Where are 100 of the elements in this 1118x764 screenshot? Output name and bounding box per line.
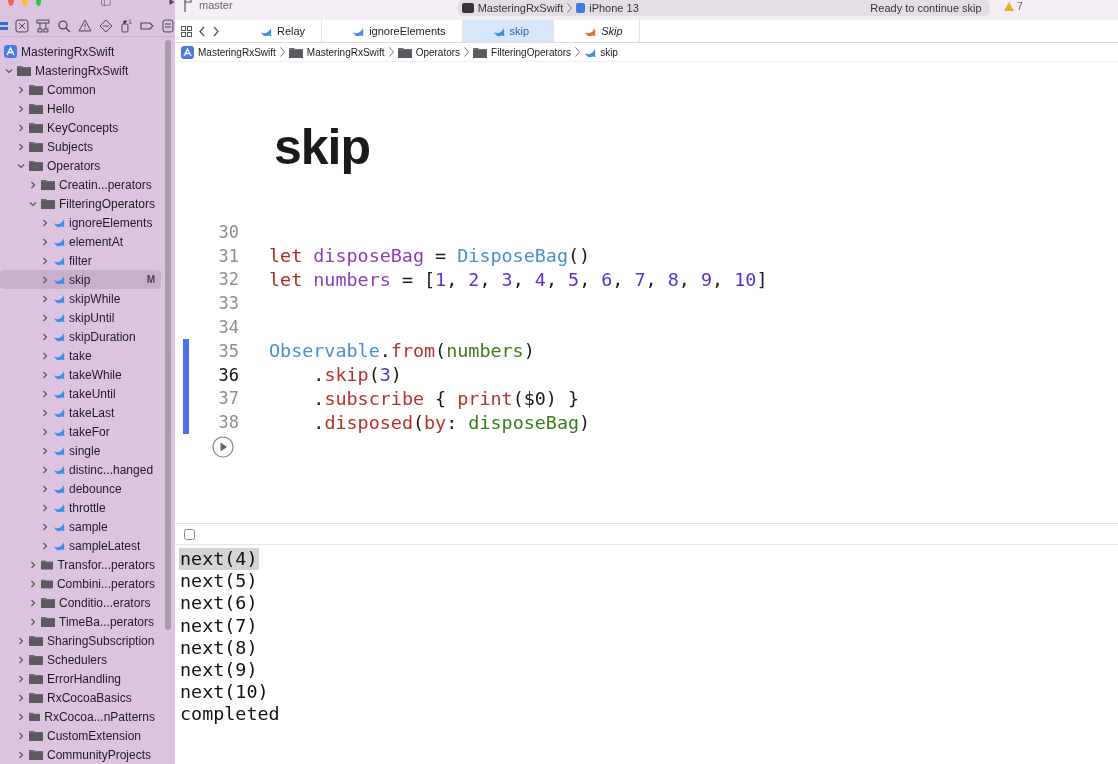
- chevron-icon[interactable]: [41, 256, 49, 265]
- editor-tab[interactable]: Skip: [554, 20, 640, 42]
- breadcrumb-item[interactable]: MasteringRxSwift: [288, 46, 385, 58]
- navigator-item[interactable]: KeyConcepts: [0, 118, 161, 137]
- chevron-icon[interactable]: [41, 522, 49, 531]
- chevron-icon[interactable]: [41, 503, 49, 512]
- chevron-icon[interactable]: [29, 180, 37, 189]
- scheme-selector[interactable]: MasteringRxSwift iPhone 13 Ready to continue skip: [457, 0, 990, 16]
- navigator-item[interactable]: sampleLatest: [0, 536, 161, 555]
- chevron-icon[interactable]: [17, 161, 25, 170]
- navigator-item[interactable]: Hello: [0, 99, 161, 118]
- chevron-icon[interactable]: [41, 275, 49, 284]
- chevron-icon[interactable]: [17, 693, 25, 702]
- navigator-item[interactable]: Schedulers: [0, 650, 161, 669]
- navigator-item[interactable]: skip M: [0, 270, 161, 289]
- chevron-icon[interactable]: [17, 712, 25, 721]
- navigator-item[interactable]: take: [0, 346, 161, 365]
- search-icon[interactable]: [56, 19, 71, 34]
- navigator-item[interactable]: Combini...perators: [0, 574, 161, 593]
- navigator-item[interactable]: takeUntil: [0, 384, 161, 403]
- chevron-icon[interactable]: [41, 427, 49, 436]
- chevron-icon[interactable]: [29, 560, 37, 569]
- grid-icon[interactable]: [181, 25, 192, 37]
- back-icon[interactable]: [198, 25, 206, 37]
- navigator-item[interactable]: sample: [0, 517, 161, 536]
- navigator-item[interactable]: RxCocoaBasics: [0, 688, 161, 707]
- navigator-item[interactable]: Creatin...perators: [0, 175, 161, 194]
- navigator-item[interactable]: skipWhile: [0, 289, 161, 308]
- chevron-icon[interactable]: [17, 85, 25, 94]
- navigator-item[interactable]: SharingSubscription: [0, 631, 161, 650]
- navigator-item[interactable]: debounce: [0, 479, 161, 498]
- navigator-item[interactable]: takeLast: [0, 403, 161, 422]
- navigator-item[interactable]: takeWhile: [0, 365, 161, 384]
- chevron-icon[interactable]: [17, 655, 25, 664]
- navigator-item[interactable]: takeFor: [0, 422, 161, 441]
- chevron-icon[interactable]: [17, 123, 25, 132]
- chevron-icon[interactable]: [29, 598, 37, 607]
- breadcrumb-item[interactable]: Operators: [397, 46, 461, 58]
- navigator-item[interactable]: Subjects: [0, 137, 161, 156]
- navigator-item[interactable]: throttle: [0, 498, 161, 517]
- chevron-icon[interactable]: [29, 199, 37, 208]
- x-square-icon[interactable]: [14, 19, 29, 34]
- swift-icon: [53, 464, 65, 475]
- chevron-icon[interactable]: [17, 142, 25, 151]
- chevron-icon[interactable]: [41, 541, 49, 550]
- chevron-icon[interactable]: [17, 104, 25, 113]
- spray-icon[interactable]: [119, 19, 134, 34]
- navigator-item[interactable]: skipUntil: [0, 308, 161, 327]
- chevron-icon[interactable]: [41, 218, 49, 227]
- navigator-item[interactable]: ignoreElements: [0, 213, 161, 232]
- chevron-icon[interactable]: [41, 351, 49, 360]
- play-icon[interactable]: [212, 436, 234, 459]
- warning-count[interactable]: 7: [1003, 0, 1023, 12]
- chevron-icon[interactable]: [41, 294, 49, 303]
- hierarchy-icon[interactable]: [35, 19, 50, 34]
- diamond-icon[interactable]: [98, 19, 113, 34]
- chevron-icon[interactable]: [41, 446, 49, 455]
- chevron-icon[interactable]: [17, 750, 25, 759]
- navigator-item[interactable]: elementAt: [0, 232, 161, 251]
- navigator-item[interactable]: distinc...hanged: [0, 460, 161, 479]
- forward-icon[interactable]: [212, 25, 220, 37]
- chevron-icon[interactable]: [5, 66, 13, 75]
- navigator-item[interactable]: ErrorHandling: [0, 669, 161, 688]
- navigator-item[interactable]: skipDuration: [0, 327, 161, 346]
- chevron-icon[interactable]: [41, 332, 49, 341]
- scrollbar[interactable]: [165, 40, 171, 630]
- checkbox[interactable]: [184, 528, 195, 540]
- chevron-icon[interactable]: [17, 674, 25, 683]
- editor-tab[interactable]: Relay: [230, 20, 323, 42]
- chevron-icon[interactable]: [41, 313, 49, 322]
- navigator-item[interactable]: Transfor...perators: [0, 555, 161, 574]
- navigator-item[interactable]: FilteringOperators: [0, 194, 161, 213]
- navigator-item[interactable]: MasteringRxSwift: [0, 61, 161, 80]
- chevron-icon[interactable]: [17, 636, 25, 645]
- editor-tab[interactable]: skip: [462, 20, 555, 42]
- navigator-item[interactable]: CommunityProjects: [0, 745, 161, 764]
- chevron-icon[interactable]: [41, 389, 49, 398]
- navigator-item[interactable]: CustomExtension: [0, 726, 161, 745]
- navigator-item[interactable]: Common: [0, 80, 161, 99]
- navigator-item[interactable]: filter: [0, 251, 161, 270]
- chevron-icon[interactable]: [41, 237, 49, 246]
- breadcrumb-item[interactable]: FilteringOperators: [473, 46, 572, 58]
- list-icon[interactable]: [161, 19, 175, 34]
- navigator-item[interactable]: RxCocoa...nPatterns: [0, 707, 161, 726]
- breadcrumb-item[interactable]: MasteringRxSwift: [181, 45, 276, 59]
- navigator-item[interactable]: Conditio...erators: [0, 593, 161, 612]
- navigator-item[interactable]: single: [0, 441, 161, 460]
- chevron-icon[interactable]: [41, 408, 49, 417]
- navigator-item[interactable]: MasteringRxSwift: [0, 42, 161, 61]
- chevron-icon[interactable]: [17, 731, 25, 740]
- chevron-icon[interactable]: [41, 370, 49, 379]
- navigator-item[interactable]: Operators: [0, 156, 161, 175]
- chevron-icon[interactable]: [41, 465, 49, 474]
- chevron-icon[interactable]: [41, 484, 49, 493]
- chevron-icon[interactable]: [29, 579, 37, 588]
- navigator-item[interactable]: TimeBa...perators: [0, 612, 161, 631]
- warning-icon[interactable]: [77, 19, 92, 34]
- breadcrumb-item[interactable]: skip: [584, 46, 618, 58]
- editor-tab[interactable]: ignoreElements: [322, 20, 463, 42]
- chevron-icon[interactable]: [29, 617, 37, 626]
